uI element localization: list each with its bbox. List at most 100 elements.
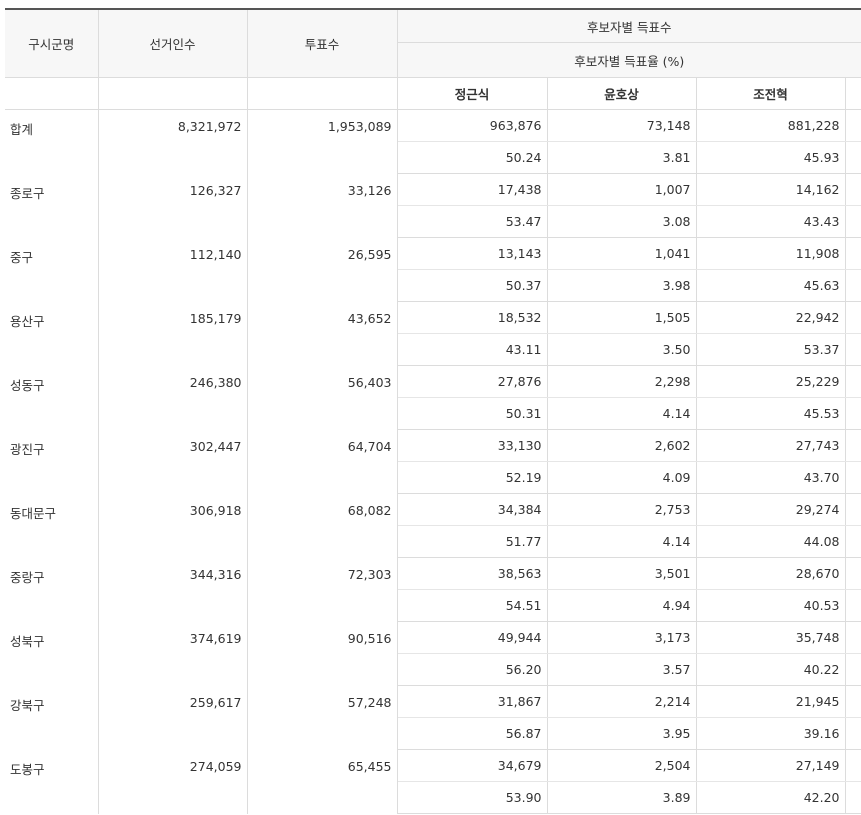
header-blank-district (5, 77, 99, 110)
header-district: 구시군명 (5, 8, 99, 78)
row-spacer-cell (845, 173, 861, 206)
header-candidate-1: 정근식 (397, 77, 548, 110)
table-row-counts: 성북구 374,619 90,516 49,944 3,173 35,748 (5, 621, 861, 686)
candidate-3-count: 27,149 (696, 749, 846, 782)
row-spacer-cell (845, 589, 861, 622)
district-name: 도봉구 (5, 749, 99, 814)
candidate-1-count: 38,563 (397, 557, 548, 590)
candidate-2-rate: 3.50 (547, 333, 697, 366)
header-electorate: 선거인수 (98, 8, 248, 78)
row-spacer-cell (845, 109, 861, 142)
candidate-3-count: 881,228 (696, 109, 846, 142)
header-blank-votes (247, 77, 398, 110)
candidate-3-count: 21,945 (696, 685, 846, 718)
header-candidate-3: 조전혁 (696, 77, 846, 110)
district-name: 용산구 (5, 301, 99, 366)
votes-value: 33,126 (247, 173, 398, 238)
election-results-table: 구시군명 선거인수 투표수 후보자별 득표수 후보자별 득표율 (%) 정근식 … (5, 8, 861, 814)
row-spacer-cell (845, 653, 861, 686)
candidate-1-rate: 56.20 (397, 653, 548, 686)
row-spacer-cell (845, 205, 861, 238)
candidate-2-count: 73,148 (547, 109, 697, 142)
candidate-2-rate: 3.81 (547, 141, 697, 174)
row-spacer-cell (845, 685, 861, 718)
candidate-1-rate: 52.19 (397, 461, 548, 494)
row-spacer-cell (845, 717, 861, 750)
candidate-3-count: 11,908 (696, 237, 846, 270)
votes-value: 43,652 (247, 301, 398, 366)
candidate-1-rate: 54.51 (397, 589, 548, 622)
electorate-value: 344,316 (98, 557, 248, 622)
candidate-3-count: 25,229 (696, 365, 846, 398)
candidate-2-count: 2,298 (547, 365, 697, 398)
candidate-3-count: 22,942 (696, 301, 846, 334)
candidate-3-count: 27,743 (696, 429, 846, 462)
candidate-1-count: 13,143 (397, 237, 548, 270)
table-row-counts: 중랑구 344,316 72,303 38,563 3,501 28,670 (5, 557, 861, 622)
candidate-1-rate: 50.37 (397, 269, 548, 302)
candidate-3-count: 14,162 (696, 173, 846, 206)
table-body: 합계 8,321,972 1,953,089 963,876 73,148 881,228… (5, 109, 861, 814)
header-candidate-votes: 후보자별 득표수 (397, 8, 861, 43)
district-name: 중랑구 (5, 557, 99, 622)
candidate-1-rate: 50.31 (397, 397, 548, 430)
row-spacer-cell (845, 397, 861, 430)
electorate-value: 302,447 (98, 429, 248, 494)
row-spacer-cell (845, 269, 861, 302)
candidate-1-count: 17,438 (397, 173, 548, 206)
header-candidate-2: 윤호상 (547, 77, 697, 110)
candidate-2-count: 2,753 (547, 493, 697, 526)
votes-value: 1,953,089 (247, 109, 398, 174)
district-name: 중구 (5, 237, 99, 302)
row-spacer-cell (845, 493, 861, 526)
electorate-value: 306,918 (98, 493, 248, 558)
row-spacer-cell (845, 461, 861, 494)
row-spacer-cell (845, 621, 861, 654)
candidate-3-rate: 40.53 (696, 589, 846, 622)
table-header: 구시군명 선거인수 투표수 후보자별 득표수 후보자별 득표율 (%) 정근식 … (5, 8, 861, 110)
candidate-2-rate: 4.14 (547, 525, 697, 558)
electorate-value: 112,140 (98, 237, 248, 302)
votes-value: 90,516 (247, 621, 398, 686)
candidate-1-rate: 53.47 (397, 205, 548, 238)
district-name: 합계 (5, 109, 99, 174)
candidate-2-count: 2,504 (547, 749, 697, 782)
votes-value: 65,455 (247, 749, 398, 814)
table-row-counts: 광진구 302,447 64,704 33,130 2,602 27,743 (5, 429, 861, 494)
candidate-1-count: 33,130 (397, 429, 548, 462)
candidate-3-rate: 45.53 (696, 397, 846, 430)
votes-value: 72,303 (247, 557, 398, 622)
candidate-3-count: 28,670 (696, 557, 846, 590)
header-candidate-rates: 후보자별 득표율 (%) (397, 42, 861, 78)
candidate-1-count: 34,679 (397, 749, 548, 782)
row-spacer-cell (845, 365, 861, 398)
electorate-value: 374,619 (98, 621, 248, 686)
table-row-counts: 성동구 246,380 56,403 27,876 2,298 25,229 (5, 365, 861, 430)
candidate-1-rate: 53.90 (397, 781, 548, 814)
candidate-3-rate: 40.22 (696, 653, 846, 686)
candidate-1-rate: 43.11 (397, 333, 548, 366)
electorate-value: 185,179 (98, 301, 248, 366)
candidate-2-count: 2,602 (547, 429, 697, 462)
votes-value: 56,403 (247, 365, 398, 430)
electorate-value: 8,321,972 (98, 109, 248, 174)
candidate-3-rate: 53.37 (696, 333, 846, 366)
votes-value: 57,248 (247, 685, 398, 750)
votes-value: 64,704 (247, 429, 398, 494)
candidate-3-rate: 43.43 (696, 205, 846, 238)
row-spacer-cell (845, 141, 861, 174)
candidate-3-count: 29,274 (696, 493, 846, 526)
table-row-counts: 합계 8,321,972 1,953,089 963,876 73,148 881,228 (5, 109, 861, 174)
district-name: 동대문구 (5, 493, 99, 558)
row-spacer-cell (845, 525, 861, 558)
candidate-2-count: 3,501 (547, 557, 697, 590)
candidate-2-rate: 4.14 (547, 397, 697, 430)
candidate-2-rate: 4.94 (547, 589, 697, 622)
candidate-1-count: 31,867 (397, 685, 548, 718)
candidate-2-rate: 3.89 (547, 781, 697, 814)
votes-value: 26,595 (247, 237, 398, 302)
electorate-value: 259,617 (98, 685, 248, 750)
row-spacer-cell (845, 237, 861, 270)
candidate-2-count: 1,041 (547, 237, 697, 270)
candidate-2-rate: 4.09 (547, 461, 697, 494)
